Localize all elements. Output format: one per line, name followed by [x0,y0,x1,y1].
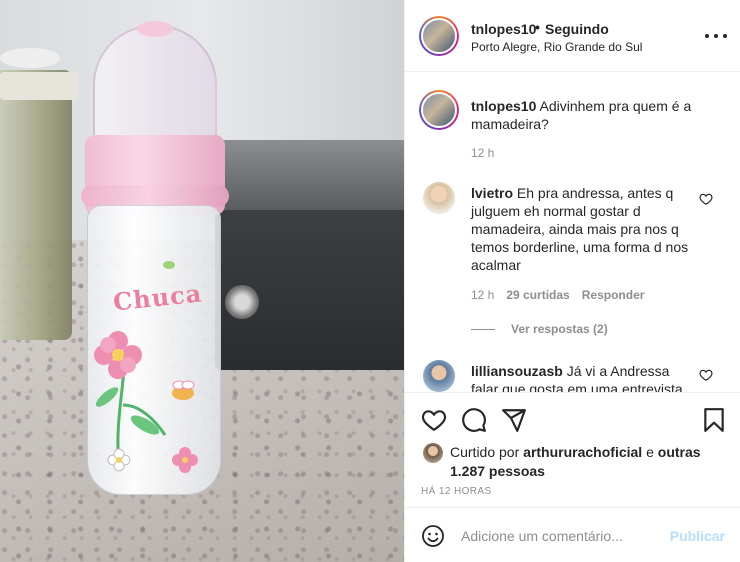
reply-button[interactable]: Responder [582,288,645,302]
comment-text: lvietro Eh pra andressa, antes q julguem… [471,184,691,274]
emoji-icon[interactable] [421,524,445,548]
appliance-knob [225,285,259,319]
post-header: tnlopes10 • Seguindo Porto Alegre, Rio G… [405,0,740,72]
grill-appliance [215,140,404,370]
comment-icon[interactable] [461,407,487,433]
comment-like-heart-icon[interactable] [699,368,713,382]
separator-dot: • [535,19,540,35]
liked-prefix: Curtido por [450,444,520,460]
comment-username[interactable]: lilliansouzasb [471,363,563,379]
comment-input[interactable] [461,524,661,548]
more-horizontal-icon[interactable] [705,26,727,46]
following-status-button[interactable]: Seguindo [545,21,609,37]
plate [0,48,60,68]
caption-username[interactable]: tnlopes10 [471,98,536,114]
appliance-lid [215,140,404,210]
liked-by-text: Curtido por arthururachoficial e outras … [450,443,720,481]
jar [0,70,72,340]
liked-and: e [646,444,654,460]
view-replies-button[interactable]: Ver respostas (2) [471,322,608,336]
caption-avatar[interactable] [419,90,459,130]
post-photo[interactable]: Chuca [0,0,404,562]
share-icon[interactable] [501,407,527,433]
comment-time[interactable]: 12 h [471,288,494,302]
replies-line [471,328,495,330]
comment-avatar[interactable] [423,182,455,214]
post-timestamp[interactable]: HÁ 12 HORAS [421,486,492,497]
post-side-panel: tnlopes10 • Seguindo Porto Alegre, Rio G… [404,0,740,562]
heart-icon[interactable] [421,407,447,433]
publish-button[interactable]: Publicar [670,528,725,544]
liked-user-link[interactable]: arthururachoficial [523,444,642,460]
baby-bottle: Chuca [81,21,229,495]
liked-by-avatar[interactable] [423,443,443,463]
post-actions: Curtido por arthururachoficial e outras … [405,392,740,507]
comment-like-heart-icon[interactable] [699,192,713,206]
bottle-flowers [94,261,198,473]
comment-meta: 12 h 29 curtidas Responder [471,288,644,302]
bookmark-icon[interactable] [701,407,727,433]
location-link[interactable]: Porto Alegre, Rio Grande do Sul [471,40,642,54]
add-comment-bar: Publicar [405,507,740,562]
author-username-link[interactable]: tnlopes10 [471,21,536,37]
caption-text: tnlopes10 Adivinhem pra quem é a mamadei… [471,97,723,133]
comment-username[interactable]: lvietro [471,185,513,201]
caption-time[interactable]: 12 h [471,146,494,160]
comments-section[interactable]: tnlopes10 Adivinhem pra quem é a mamadei… [405,72,740,392]
author-avatar[interactable] [419,16,459,56]
view-replies-label: Ver respostas (2) [511,322,608,336]
jar-lid [0,72,78,100]
comment-avatar[interactable] [423,360,455,392]
comment-likes[interactable]: 29 curtidas [506,288,569,302]
comment-text: lilliansouzasb Já vi a Andressa falar qu… [471,362,691,392]
